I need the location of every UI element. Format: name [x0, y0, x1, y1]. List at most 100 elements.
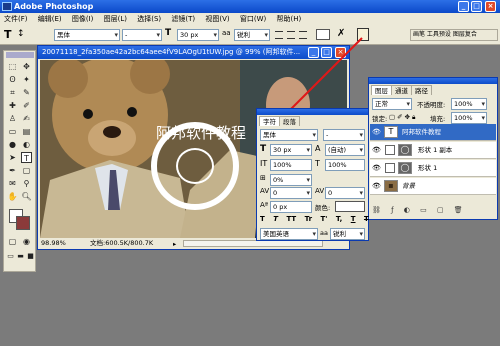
standard-mode-icon[interactable]: ▢ — [7, 236, 18, 247]
zoom-level[interactable]: 98.98% — [41, 238, 66, 249]
menu-file[interactable]: 文件(F) — [0, 13, 32, 25]
char-color-swatch[interactable] — [335, 201, 365, 212]
char-baseline-input[interactable]: 0 px — [270, 201, 312, 213]
healing-brush-tool-icon[interactable]: ✚ — [7, 100, 18, 111]
brush-tool-icon[interactable]: ✐ — [21, 100, 32, 111]
link-box-icon[interactable] — [385, 163, 395, 173]
char-tsume-input[interactable]: 0% — [270, 174, 312, 186]
faux-bold-button[interactable]: T — [260, 215, 265, 223]
menu-view[interactable]: 视图(V) — [201, 13, 233, 25]
layer-name[interactable]: 形状 1 副本 — [418, 142, 452, 159]
leading-icon: A — [315, 144, 321, 153]
palette-well[interactable]: 画笔 工具预设 图层复合 — [410, 29, 498, 41]
maximize-button[interactable]: □ — [471, 1, 482, 12]
eye-icon[interactable]: 👁︎ — [372, 164, 381, 172]
notes-tool-icon[interactable]: ✉ — [7, 178, 18, 189]
slice-tool-icon[interactable]: ✎ — [21, 87, 32, 98]
tab-character[interactable]: 字符 — [259, 116, 280, 126]
hand-tool-icon[interactable]: ✋ — [7, 191, 18, 202]
subscript-button[interactable]: T, — [336, 215, 342, 223]
lasso-tool-icon[interactable]: ʘ — [7, 74, 18, 85]
layer-name[interactable]: 阿邦软件教程 — [402, 124, 441, 141]
blur-tool-icon[interactable]: ● — [7, 139, 18, 150]
layer-row[interactable]: 👁︎ T 阿邦软件教程 — [370, 124, 496, 141]
menu-select[interactable]: 选择(S) — [133, 13, 165, 25]
font-size-select[interactable]: 30 px — [177, 29, 219, 41]
opacity-input[interactable]: 100% — [451, 98, 487, 110]
quick-mask-mode-icon[interactable]: ◉ — [21, 236, 32, 247]
char-kerning-input[interactable]: 0 — [270, 187, 312, 199]
menu-help[interactable]: 帮助(H) — [272, 13, 305, 25]
layers-panel-titlebar[interactable] — [369, 78, 497, 84]
layer-row[interactable]: 👁︎ ◯ 形状 1 — [370, 160, 496, 177]
eraser-tool-icon[interactable]: ▭ — [7, 126, 18, 137]
zoom-tool-icon[interactable]: 🔍︎ — [21, 191, 32, 202]
background-color-swatch[interactable] — [16, 216, 30, 230]
layer-row[interactable]: 👁︎ ◯ 形状 1 副本 — [370, 142, 496, 159]
dodge-tool-icon[interactable]: ◐ — [21, 139, 32, 150]
menu-edit[interactable]: 编辑(E) — [34, 13, 66, 25]
type-tool-icon[interactable]: T — [4, 28, 12, 41]
char-font-style-select[interactable]: - — [323, 129, 365, 141]
strikethrough-button[interactable]: T — [364, 215, 369, 223]
layer-name[interactable]: 背景 — [402, 178, 415, 195]
font-style-select[interactable]: - — [122, 29, 162, 41]
marquee-tool-icon[interactable]: ⬚ — [7, 61, 18, 72]
menu-filter[interactable]: 滤镜(T) — [167, 13, 199, 25]
tab-layers[interactable]: 图层 — [371, 85, 392, 95]
menu-layer[interactable]: 图层(L) — [100, 13, 131, 25]
text-orientation-icon[interactable]: ↕ — [17, 29, 25, 39]
fill-input[interactable]: 100% — [451, 112, 487, 124]
font-family-select[interactable]: 黑体 — [54, 29, 120, 41]
char-leading-input[interactable]: (自动) — [325, 144, 365, 156]
char-tracking-input[interactable]: 0 — [325, 187, 365, 199]
all-caps-button[interactable]: TT — [286, 215, 296, 223]
faux-italic-button[interactable]: T — [273, 215, 278, 223]
path-selection-tool-icon[interactable]: ➤ — [7, 152, 18, 163]
language-select[interactable]: 美国英语 — [260, 228, 318, 240]
status-menu-arrow-icon[interactable]: ▸ — [173, 239, 176, 250]
blend-mode-select[interactable]: 正常 — [372, 98, 412, 110]
layer-actions-bar[interactable]: ⛓ ƒ ◐ ▭ ▢ 🗑︎ — [372, 206, 467, 214]
shape-tool-icon[interactable]: ▢ — [21, 165, 32, 176]
history-brush-tool-icon[interactable]: ✍ — [21, 113, 32, 124]
gradient-tool-icon[interactable]: ▤ — [21, 126, 32, 137]
crop-tool-icon[interactable]: ⌗ — [7, 87, 18, 98]
tab-paths[interactable]: 路径 — [411, 85, 432, 95]
layer-name[interactable]: 形状 1 — [418, 160, 437, 177]
char-vscale-input[interactable]: 100% — [270, 159, 312, 171]
menu-image[interactable]: 图像(I) — [68, 13, 98, 25]
character-panel-titlebar[interactable] — [257, 109, 368, 115]
type-tool-icon[interactable]: T — [21, 152, 32, 163]
screen-mode-full-icon[interactable]: ■ — [25, 251, 36, 262]
eye-icon[interactable]: 👁︎ — [372, 146, 381, 154]
superscript-button[interactable]: T' — [321, 215, 328, 223]
move-tool-icon[interactable]: ✥ — [21, 61, 32, 72]
char-hscale-input[interactable]: 100% — [325, 159, 365, 171]
toolbox-grip[interactable] — [6, 52, 34, 58]
eye-icon[interactable]: 👁︎ — [372, 128, 381, 136]
char-size-input[interactable]: 30 px — [270, 144, 312, 156]
magic-wand-tool-icon[interactable]: ✦ — [21, 74, 32, 85]
antialias-select[interactable]: 锐利 — [234, 29, 270, 41]
tab-paragraph[interactable]: 段落 — [279, 116, 300, 126]
close-button[interactable]: × — [485, 1, 496, 12]
overlay-text[interactable]: 阿邦软件教程 — [156, 122, 246, 143]
menu-window[interactable]: 窗口(W) — [236, 13, 270, 25]
small-caps-button[interactable]: Tr — [305, 215, 312, 223]
lock-label: 锁定: — [372, 115, 388, 123]
eye-icon[interactable]: 👁︎ — [372, 182, 381, 190]
clone-stamp-tool-icon[interactable]: ♙ — [7, 113, 18, 124]
layer-row[interactable]: 👁︎ ▪ 背景 — [370, 178, 496, 195]
char-font-family-select[interactable]: 黑体 — [260, 129, 318, 141]
eyedropper-tool-icon[interactable]: ⚲ — [21, 178, 32, 189]
lock-icons[interactable]: ▢✐✥🔒︎ — [389, 113, 418, 122]
minimize-button[interactable]: _ — [458, 1, 469, 12]
horizontal-scrollbar[interactable] — [183, 240, 323, 247]
underline-button[interactable]: T — [351, 215, 356, 223]
link-box-icon[interactable] — [385, 145, 395, 155]
app-title: Adobe Photoshop — [14, 2, 94, 11]
tab-channels[interactable]: 通道 — [391, 85, 412, 95]
pen-tool-icon[interactable]: ✒ — [7, 165, 18, 176]
char-antialias-select[interactable]: 锐利 — [330, 228, 365, 240]
